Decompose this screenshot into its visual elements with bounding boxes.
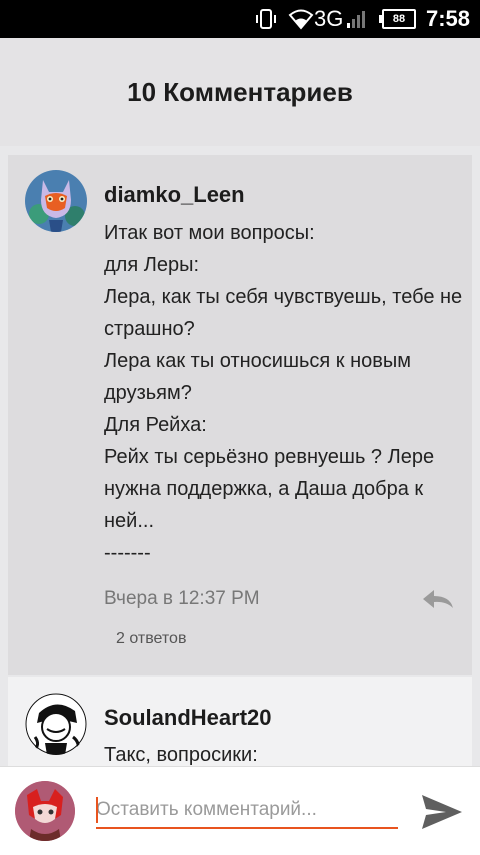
signal-icon bbox=[346, 0, 366, 38]
comment-line: ------- bbox=[104, 542, 151, 564]
replies-link[interactable]: 2 ответов bbox=[116, 630, 186, 648]
page-title: 10 Комментариев bbox=[127, 76, 353, 107]
comment-author[interactable]: SoulandHeart20 bbox=[104, 705, 272, 731]
comment-input[interactable] bbox=[96, 793, 398, 829]
comments-header: 10 Комментариев bbox=[0, 38, 480, 146]
text-cursor bbox=[96, 797, 98, 823]
vibrate-icon bbox=[254, 0, 278, 38]
network-type: 3G bbox=[314, 6, 344, 31]
status-bar: 3G 88 7:58 bbox=[0, 0, 480, 38]
comment-timestamp: Вчера в 12:37 PM bbox=[104, 588, 260, 609]
comment-line: Лера, как ты себя чувствуешь, тебе не ст… bbox=[104, 286, 463, 340]
clock: 7:58 bbox=[426, 6, 471, 31]
avatar bbox=[15, 781, 75, 841]
comment-input-bar bbox=[0, 766, 480, 855]
comment-item[interactable]: SoulandHeart20 Такс, вопросики: bbox=[8, 677, 472, 777]
send-icon[interactable] bbox=[418, 791, 466, 833]
comment-body: Итак вот мои вопросы: для Леры: Лера, ка… bbox=[104, 217, 464, 569]
avatar[interactable] bbox=[25, 170, 87, 232]
avatar[interactable] bbox=[25, 693, 87, 755]
comment-line: Для Рейха: bbox=[104, 414, 207, 436]
wifi-icon bbox=[288, 0, 314, 38]
reply-arrow-icon[interactable] bbox=[420, 587, 456, 611]
comment-line: Итак вот мои вопросы: bbox=[104, 222, 315, 244]
comment-author[interactable]: diamko_Leen bbox=[104, 182, 245, 208]
comment-line: для Леры: bbox=[104, 254, 200, 276]
battery-icon: 88 bbox=[379, 9, 416, 29]
comment-item[interactable]: diamko_Leen Итак вот мои вопросы: для Ле… bbox=[8, 155, 472, 675]
comment-line: Рейх ты серьёзно ревнуешь ? Лере нужна п… bbox=[104, 446, 435, 532]
comment-line: Лера как ты относишься к новым друзьям? bbox=[104, 350, 412, 404]
